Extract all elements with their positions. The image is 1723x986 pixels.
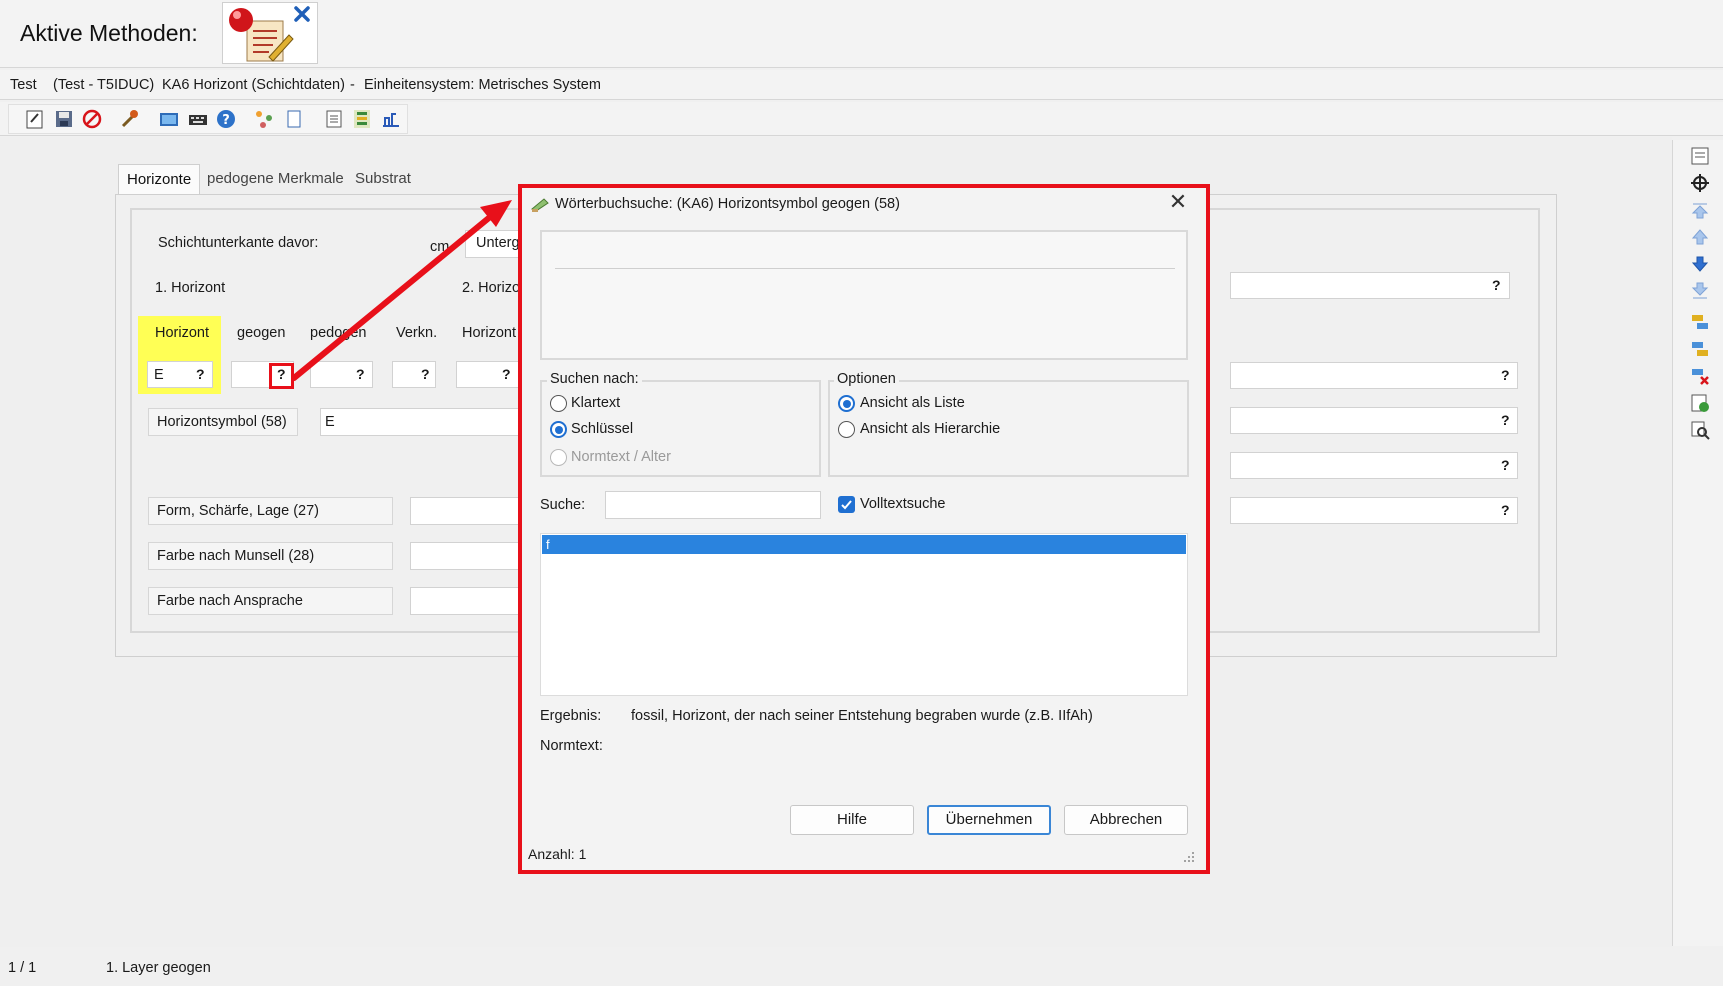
radio-klartext-label: Klartext [571, 395, 621, 411]
ergebnis-value: fossil, Horizont, der nach seiner Entste… [631, 708, 1093, 724]
farbe-ansprache-field[interactable] [410, 587, 520, 615]
svg-text:?: ? [222, 113, 230, 128]
active-method-tile[interactable] [222, 2, 318, 64]
right-field-3-lookup[interactable]: ? [1501, 412, 1510, 428]
ergebnis-label: Ergebnis: [540, 708, 602, 724]
right-field-4-lookup[interactable]: ? [1501, 457, 1510, 473]
image-icon[interactable] [158, 108, 180, 130]
radio-normtext-label: Normtext / Alter [571, 449, 671, 465]
help-icon[interactable]: ? [215, 108, 237, 130]
right-field-4[interactable]: ? [1230, 452, 1518, 479]
farbe-munsell-field[interactable] [410, 542, 520, 570]
list-item[interactable]: f [542, 535, 1186, 554]
tab-substrat[interactable]: Substrat [347, 164, 419, 195]
form-schaerfe-field[interactable] [410, 497, 520, 525]
right-field-2[interactable]: ? [1230, 362, 1518, 389]
tab-pedogene-merkmale[interactable]: pedogene Merkmale [199, 164, 352, 195]
validate-icon[interactable] [1689, 393, 1711, 413]
right-field-2-lookup[interactable]: ? [1501, 367, 1510, 383]
move-up-icon[interactable] [1689, 227, 1711, 247]
right-field-1-lookup[interactable]: ? [1492, 277, 1501, 293]
copy-record-icon[interactable] [1689, 339, 1711, 359]
horizon1-label: 1. Horizont [155, 280, 226, 296]
normtext-label: Normtext: [540, 738, 603, 754]
radio-klartext[interactable] [550, 395, 567, 412]
unit-system: Einheitensystem: Metrisches System [364, 77, 601, 93]
right-field-1[interactable]: ? [1230, 272, 1510, 299]
apply-button[interactable]: Übernehmen [927, 805, 1051, 835]
right-field-5-lookup[interactable]: ? [1501, 502, 1510, 518]
search-records-icon[interactable] [1689, 420, 1711, 440]
fulltext-checkbox[interactable] [838, 496, 855, 513]
fulltext-label: Volltextsuche [860, 496, 946, 512]
radio-ansicht-hierarchie-label: Ansicht als Hierarchie [860, 421, 1001, 437]
radio-ansicht-hierarchie[interactable] [838, 421, 855, 438]
delete-record-icon[interactable] [1689, 366, 1711, 386]
tab-horizonte[interactable]: Horizonte [118, 164, 201, 195]
horizont-input[interactable]: E ? [147, 361, 213, 388]
radio-schluessel[interactable] [550, 421, 567, 438]
horizont-lookup-button[interactable]: ? [196, 366, 205, 382]
col-geogen-label: geogen [237, 325, 286, 341]
context-path-bar: Test (Test - T5IDUC) KA6 Horizont (Schic… [0, 70, 1723, 100]
search-by-legend: Suchen nach: [547, 371, 642, 387]
resize-grip-icon[interactable] [1183, 851, 1195, 863]
dialog-close-button[interactable]: ✕ [1166, 190, 1190, 214]
insert-record-icon[interactable] [1689, 312, 1711, 332]
hierarchy-preview-box [540, 230, 1188, 360]
tools-icon[interactable] [119, 108, 141, 130]
farbe-ansprache-label: Farbe nach Ansprache [148, 587, 393, 615]
cancel-button[interactable]: Abbrechen [1064, 805, 1188, 835]
help-button[interactable]: Hilfe [790, 805, 914, 835]
form-view-icon[interactable] [1689, 146, 1711, 166]
search-input[interactable] [605, 491, 821, 519]
dataset-name: KA6 Horizont (Schichtdaten) [162, 77, 345, 93]
path-separator: - [350, 77, 355, 93]
status-info: 1. Layer geogen [106, 960, 211, 976]
page-indicator: 1 / 1 [8, 960, 37, 976]
project-name: Test [10, 77, 37, 93]
new-record-icon[interactable] [24, 108, 46, 130]
col-horizont-label: Horizont [155, 325, 209, 341]
cancel-icon[interactable] [81, 108, 103, 130]
layer-view-icon[interactable] [351, 108, 373, 130]
keyboard-icon[interactable] [187, 108, 209, 130]
crosshair-icon[interactable] [1689, 173, 1711, 193]
radio-normtext [550, 449, 567, 466]
result-count: Anzahl: 1 [528, 846, 587, 862]
save-icon[interactable] [53, 108, 75, 130]
horizontsymbol-value: E [325, 414, 335, 430]
move-last-icon[interactable] [1689, 281, 1711, 301]
database-name: (Test - T5IDUC) [53, 77, 155, 93]
active-methods-label: Aktive Methoden: [20, 20, 198, 46]
form-schaerfe-label: Form, Schärfe, Lage (27) [148, 497, 393, 525]
horizontsymbol-label: Horizontsymbol (58) [148, 408, 298, 436]
dictionary-icon [531, 198, 549, 212]
radio-ansicht-liste-label: Ansicht als Liste [860, 395, 965, 411]
preview-divider [555, 268, 1175, 269]
result-list[interactable] [540, 533, 1188, 696]
search-label: Suche: [540, 497, 586, 513]
horizont-value: E [154, 367, 164, 383]
list-view-icon[interactable] [323, 108, 345, 130]
checkmark-icon [841, 500, 852, 510]
close-icon[interactable] [293, 5, 311, 23]
annotation-arrow [291, 200, 512, 381]
hierarchy-icon[interactable] [253, 108, 275, 130]
right-field-5[interactable]: ? [1230, 497, 1518, 524]
page-icon[interactable] [283, 108, 305, 130]
right-field-3[interactable]: ? [1230, 407, 1518, 434]
move-down-icon[interactable] [1689, 254, 1711, 274]
options-legend: Optionen [834, 371, 899, 387]
dialog-title: Wörterbuchsuche: (KA6) Horizontsymbol ge… [555, 196, 900, 212]
farbe-munsell-label: Farbe nach Munsell (28) [148, 542, 393, 570]
radio-ansicht-liste[interactable] [838, 395, 855, 412]
status-bar: 1 / 1 1. Layer geogen [0, 950, 1723, 986]
radio-schluessel-label: Schlüssel [571, 421, 634, 437]
horizontsymbol-field[interactable]: E [320, 408, 520, 436]
move-first-icon[interactable] [1689, 200, 1711, 220]
chart-icon[interactable] [380, 108, 402, 130]
